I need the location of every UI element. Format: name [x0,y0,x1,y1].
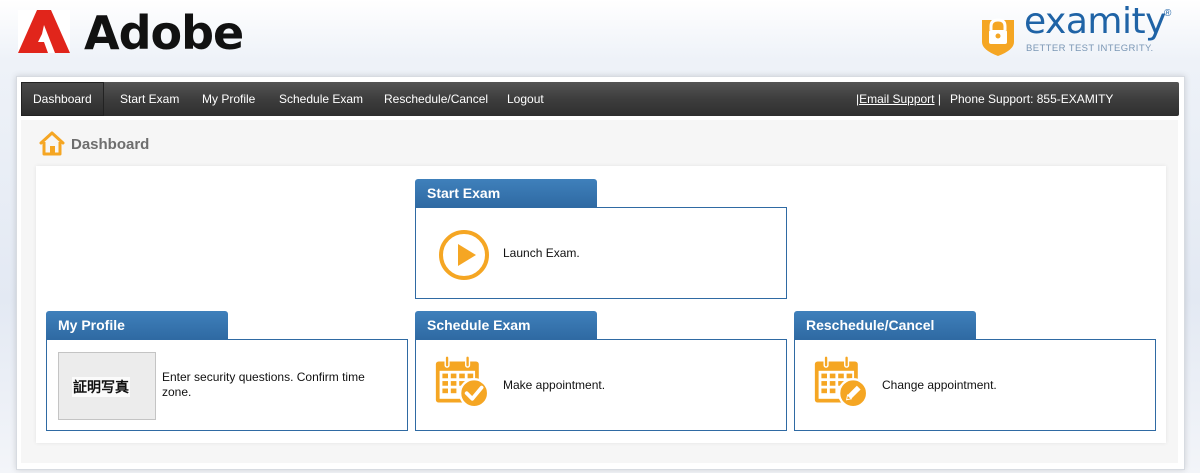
card-panel: Start Exam Launch Exam. My Profile 証明写真 … [36,166,1166,443]
my-profile-card-body[interactable]: 証明写真 Enter security questions. Confirm t… [46,339,408,431]
adobe-logo-icon [18,10,70,53]
dashboard-content: Dashboard Start Exam Launch Exam. My Pro… [21,120,1178,463]
nav-reschedule-cancel[interactable]: Reschedule/Cancel [372,82,500,116]
examity-registered-mark: ® [1164,8,1172,19]
schedule-exam-description: Make appointment. [503,378,606,392]
reschedule-cancel-card-title[interactable]: Reschedule/Cancel [794,311,976,339]
top-navigation: Dashboard Start Exam My Profile Schedule… [21,82,1179,116]
play-icon[interactable] [436,227,492,283]
id-photo-label: 証明写真 [72,377,130,397]
start-exam-card-title[interactable]: Start Exam [415,179,597,207]
start-exam-card-body[interactable]: Launch Exam. [415,207,787,299]
my-profile-description: Enter security questions. Confirm time z… [162,370,365,399]
home-icon [39,131,65,156]
schedule-exam-card-body[interactable]: Make appointment. [415,339,787,431]
schedule-exam-card-title[interactable]: Schedule Exam [415,311,597,339]
phone-support: Phone Support: 855-EXAMITY [950,92,1114,106]
nav-schedule-exam[interactable]: Schedule Exam [267,82,375,116]
adobe-brand: Adobe [84,6,244,60]
email-suffix: | [934,92,941,106]
nav-start-exam[interactable]: Start Exam [108,82,191,116]
email-support-link[interactable]: Email Support [859,92,934,106]
reschedule-cancel-card-body[interactable]: Change appointment. [794,339,1156,431]
my-profile-card-title[interactable]: My Profile [46,311,228,339]
lock-shield-icon [982,18,1014,56]
reschedule-cancel-description: Change appointment. [882,378,997,392]
nav-logout[interactable]: Logout [495,82,556,116]
start-exam-description: Launch Exam. [503,246,580,260]
page-title: Dashboard [71,136,150,153]
main-frame: Dashboard Start Exam My Profile Schedule… [16,76,1185,470]
examity-brand: examity [1024,1,1166,42]
id-photo-placeholder: 証明写真 [58,352,156,420]
examity-logo: examity ® BETTER TEST INTEGRITY. [980,1,1180,56]
calendar-check-icon[interactable] [434,354,490,410]
calendar-edit-icon[interactable] [813,354,869,410]
nav-my-profile[interactable]: My Profile [190,82,267,116]
nav-dashboard[interactable]: Dashboard [21,82,104,116]
examity-tagline: BETTER TEST INTEGRITY. [1026,43,1154,54]
email-support: |Email Support | [856,82,941,116]
